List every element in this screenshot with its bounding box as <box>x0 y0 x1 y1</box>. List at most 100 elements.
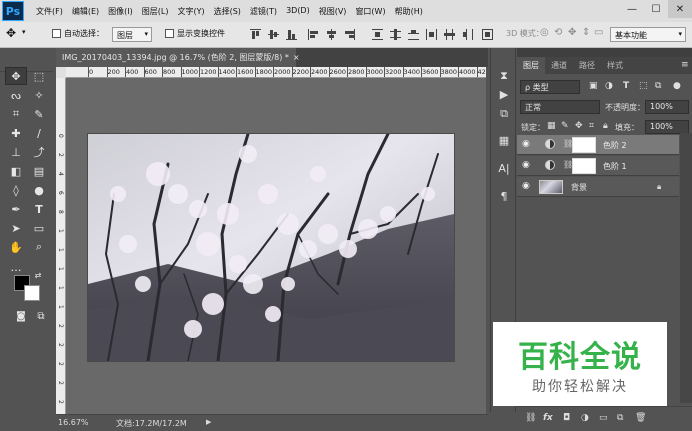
dodge-tool-icon[interactable]: ● <box>28 181 50 199</box>
tab-paths[interactable]: 路径 <box>573 57 601 74</box>
healing-brush-tool-icon[interactable]: ✚ <box>5 124 27 142</box>
filter-adjustment-icon[interactable]: ◑ <box>605 81 613 91</box>
lasso-tool-icon[interactable]: ᔓ <box>5 86 27 104</box>
crop-tool-icon[interactable]: ⌗ <box>5 105 27 123</box>
filter-toggle-icon[interactable]: ● <box>673 81 681 91</box>
zoom-tool-icon[interactable]: ⌕ <box>28 238 50 256</box>
menu-file[interactable]: 文件(F) <box>36 6 63 17</box>
3d-pan-icon[interactable]: ✥ <box>568 27 576 38</box>
tab-styles[interactable]: 样式 <box>601 57 629 74</box>
filter-kind-dropdown[interactable]: ρ 类型 <box>520 80 580 94</box>
align-left-icon[interactable] <box>308 29 319 40</box>
tool-preset-chevron-icon[interactable]: ▾ <box>22 28 26 36</box>
rectangle-tool-icon[interactable]: ▭ <box>28 219 50 237</box>
tab-layers[interactable]: 图层 <box>517 57 545 74</box>
eraser-tool-icon[interactable]: ◧ <box>5 162 27 180</box>
history-panel-icon[interactable]: ⧗ <box>496 68 512 84</box>
menu-select[interactable]: 选择(S) <box>214 6 241 17</box>
layer-mask-thumbnail[interactable] <box>572 137 596 153</box>
menu-edit[interactable]: 编辑(E) <box>72 6 99 17</box>
align-right-icon[interactable] <box>344 29 355 40</box>
brush-tool-icon[interactable]: ∕ <box>28 124 50 142</box>
maximize-button[interactable]: ☐ <box>644 0 668 18</box>
3d-scale-icon[interactable]: ▭ <box>594 27 603 38</box>
distribute-right-icon[interactable] <box>462 29 473 40</box>
panel-grip[interactable] <box>517 48 692 57</box>
blur-tool-icon[interactable]: ◊ <box>5 181 27 199</box>
menu-filter[interactable]: 滤镜(T) <box>250 6 277 17</box>
character-panel-icon[interactable]: A| <box>496 160 512 176</box>
fill-field[interactable]: 100% <box>645 120 689 134</box>
visibility-eye-icon[interactable]: ◉ <box>522 160 530 170</box>
history-brush-tool-icon[interactable]: ⤴ <box>28 143 50 161</box>
eyedropper-tool-icon[interactable]: ✎ <box>28 105 50 123</box>
lock-image-icon[interactable]: ✎ <box>561 121 569 131</box>
show-transform-checkbox[interactable]: 显示变换控件 <box>165 28 225 39</box>
document-image[interactable] <box>88 134 454 361</box>
opacity-field[interactable]: 100% <box>645 100 689 114</box>
align-hcenter-icon[interactable] <box>326 29 337 40</box>
3d-roll-icon[interactable]: ⟲ <box>554 27 562 38</box>
move-tool-icon[interactable]: ✥ <box>6 26 16 40</box>
menu-type[interactable]: 文字(Y) <box>177 6 204 17</box>
layer-row-levels-2[interactable]: ◉ ⛓ 色阶 2 <box>517 135 679 155</box>
actions-panel-icon[interactable]: ▶ <box>496 86 512 102</box>
magic-wand-tool-icon[interactable]: ✧ <box>28 86 50 104</box>
tab-channels[interactable]: 通道 <box>545 57 573 74</box>
canvas-area[interactable] <box>66 78 486 414</box>
menu-image[interactable]: 图像(I) <box>108 6 133 17</box>
align-bottom-icon[interactable] <box>286 29 297 40</box>
filter-shape-icon[interactable]: ⬚ <box>639 81 648 91</box>
background-color-swatch[interactable] <box>24 285 40 301</box>
menu-window[interactable]: 窗口(W) <box>355 6 385 17</box>
new-adjustment-icon[interactable]: ◑ <box>581 413 589 423</box>
add-mask-icon[interactable]: ◘ <box>563 413 570 423</box>
close-icon[interactable]: × <box>293 53 300 62</box>
auto-select-dropdown[interactable]: 图层 ▾ <box>112 27 152 42</box>
new-group-icon[interactable]: ▭ <box>599 413 608 423</box>
distribute-bottom-icon[interactable] <box>408 29 419 40</box>
lock-position-icon[interactable]: ✥ <box>575 121 583 131</box>
visibility-eye-icon[interactable]: ◉ <box>522 181 530 191</box>
zoom-level[interactable]: 16.67% <box>58 418 89 427</box>
distribute-left-icon[interactable] <box>426 29 437 40</box>
new-layer-icon[interactable]: ⧉ <box>617 413 623 423</box>
lock-artboard-icon[interactable]: ⌗ <box>589 121 594 131</box>
distribute-top-icon[interactable] <box>372 29 383 40</box>
layers-scrollbar[interactable] <box>680 133 692 403</box>
distribute-vcenter-icon[interactable] <box>390 29 401 40</box>
layer-mask-thumbnail[interactable] <box>572 158 596 174</box>
pen-tool-icon[interactable]: ✒ <box>5 200 27 218</box>
horizontal-ruler[interactable]: 0 200 400 600 800 1000 1200 1400 1600 1800 2000 220… <box>66 67 486 78</box>
properties-panel-icon[interactable]: ⧉ <box>496 106 512 122</box>
more-tools-icon[interactable]: … <box>5 258 27 276</box>
screen-mode-icon[interactable]: ⧉ <box>30 307 52 325</box>
delete-layer-icon[interactable]: 🗑︎ <box>635 413 646 423</box>
auto-align-icon[interactable] <box>482 29 493 40</box>
align-vcenter-icon[interactable] <box>268 29 279 40</box>
lock-all-icon[interactable]: 🔒︎ <box>603 121 608 131</box>
swap-colors-icon[interactable]: ⇄ <box>33 270 43 280</box>
marquee-tool-icon[interactable]: ⬚ <box>28 67 50 85</box>
file-info[interactable]: 文档:17.2M/17.2M <box>116 418 187 429</box>
clone-stamp-tool-icon[interactable]: ⊥ <box>5 143 27 161</box>
move-tool-icon[interactable]: ✥ <box>5 67 27 85</box>
filter-type-icon[interactable]: T <box>623 81 629 91</box>
type-tool-icon[interactable]: T <box>28 200 50 218</box>
workspace-dropdown[interactable]: 基本功能 ▾ <box>610 27 686 42</box>
3d-orbit-icon[interactable]: ◎ <box>540 27 549 38</box>
status-menu-arrow-icon[interactable]: ▶ <box>206 418 211 426</box>
minimize-button[interactable]: — <box>620 0 644 18</box>
auto-select-checkbox[interactable]: 自动选择： <box>52 28 104 39</box>
align-top-icon[interactable] <box>250 29 261 40</box>
ruler-origin[interactable] <box>56 67 66 78</box>
menu-help[interactable]: 帮助(H) <box>395 6 423 17</box>
3d-slide-icon[interactable]: ⇕ <box>582 27 590 38</box>
document-tab[interactable]: IMG_20170403_13394.jpg @ 16.7% (色阶 2, 图层… <box>56 48 300 67</box>
quick-mask-icon[interactable]: ◙ <box>10 307 32 325</box>
gradient-tool-icon[interactable]: ▤ <box>28 162 50 180</box>
menu-view[interactable]: 视图(V) <box>319 6 347 17</box>
filter-pixel-icon[interactable]: ▣ <box>589 81 598 91</box>
close-button[interactable]: ✕ <box>668 0 692 18</box>
menu-3d[interactable]: 3D(D) <box>286 6 310 17</box>
